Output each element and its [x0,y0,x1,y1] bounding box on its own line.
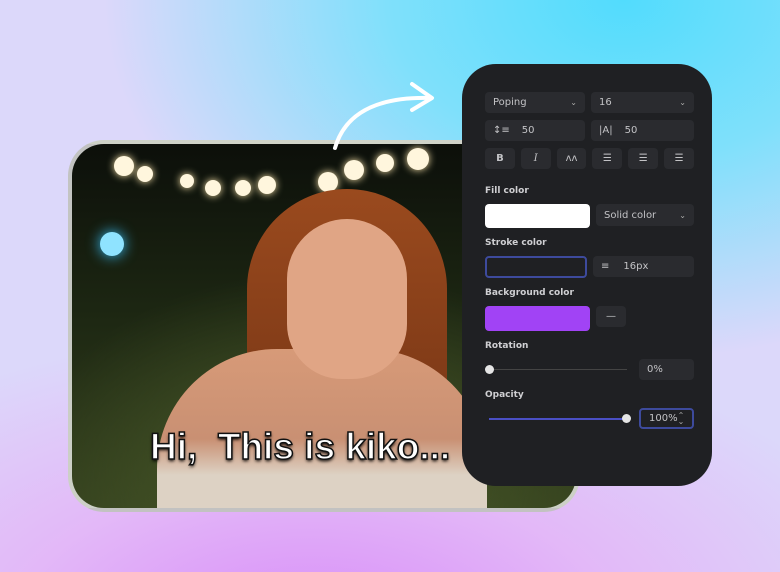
bokeh-light [180,174,194,188]
stroke-width-icon: ≡ [601,261,610,272]
text-style-panel: Poping ⌄ 16 ⌄ ↕≡ 50 |A| 50 B I ʌʌ ☰ ☰ ☰ Fill… [462,64,712,486]
bokeh-light [114,156,134,176]
bokeh-light [137,166,153,182]
remove-background-button[interactable]: — [596,306,626,327]
bold-icon: B [496,153,504,164]
letter-spacing-icon: |A| [599,125,613,136]
stroke-width-input[interactable]: ≡ 16px [593,256,694,277]
fill-color-label: Fill color [485,186,529,196]
rotation-label: Rotation [485,341,529,351]
rotation-value: 0% [647,364,663,375]
italic-icon: I [533,153,538,164]
bold-button[interactable]: B [485,148,515,169]
font-size-select[interactable]: 16 ⌄ [591,92,694,113]
bokeh-light [235,180,251,196]
curved-arrow-icon [333,82,434,150]
bokeh-light [258,176,276,194]
align-right-button[interactable]: ☰ [664,148,694,169]
align-right-icon: ☰ [674,153,684,164]
bokeh-light [344,160,364,180]
italic-button[interactable]: I [520,148,551,169]
align-left-icon: ☰ [602,153,612,164]
stroke-color-swatch[interactable] [485,256,587,278]
person-face [287,219,407,379]
rotation-slider[interactable] [485,359,631,380]
fill-color-swatch[interactable] [485,204,590,228]
bokeh-light [205,180,221,196]
bokeh-light [100,232,124,256]
chevron-down-icon: ⌄ [679,98,686,107]
letter-spacing-input[interactable]: |A| 50 [591,120,694,141]
rotation-slider-thumb[interactable] [485,365,494,374]
minus-icon: — [606,311,616,322]
stepper-icon[interactable]: ⌃ ⌄ [678,411,685,425]
opacity-slider-thumb[interactable] [622,414,631,423]
rotation-input[interactable]: 0% [639,359,694,380]
opacity-slider[interactable] [485,408,631,429]
font-size-value: 16 [599,97,612,108]
font-select[interactable]: Poping ⌄ [485,92,585,113]
line-height-icon: ↕≡ [493,125,510,136]
opacity-label: Opacity [485,390,524,400]
fill-type-select[interactable]: Solid color ⌄ [596,204,694,226]
line-height-input[interactable]: ↕≡ 50 [485,120,585,141]
align-center-button[interactable]: ☰ [628,148,659,169]
stroke-width-value: 16px [623,261,649,272]
stroke-color-label: Stroke color [485,238,547,248]
letter-spacing-value: 50 [624,125,638,136]
chevron-down-icon: ⌄ [679,210,686,220]
align-left-button[interactable]: ☰ [592,148,623,169]
opacity-value: 100% [649,413,678,424]
caption-text[interactable]: Hi, This is kiko... [149,425,451,468]
bokeh-light [376,154,394,172]
font-value: Poping [493,97,527,108]
align-center-icon: ☰ [638,153,648,164]
line-height-value: 50 [521,125,535,136]
text-case-icon: ʌʌ [565,153,578,164]
case-button[interactable]: ʌʌ [556,148,587,169]
fill-type-value: Solid color [604,209,657,221]
background-color-swatch[interactable] [485,306,590,331]
background-color-label: Background color [485,288,574,298]
opacity-input[interactable]: 100% ⌃ ⌄ [639,408,694,429]
chevron-down-icon: ⌄ [570,98,577,107]
